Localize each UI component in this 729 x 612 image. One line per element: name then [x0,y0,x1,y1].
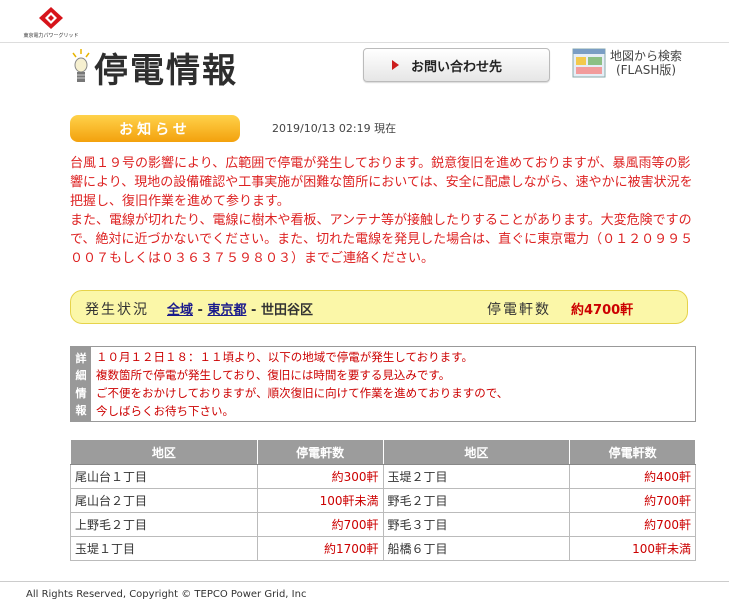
notice-badge: お知らせ [70,115,240,142]
map-search-line1: 地図から検索 [610,49,683,63]
page-title-text: 停電情報 [94,50,238,91]
column-header-area: 地区 [70,439,258,465]
footer-copyright: All Rights Reserved, Copyright © TEPCO P… [26,589,307,600]
table-header-row: 地区 停電軒数 地区 停電軒数 [70,439,696,465]
count-cell: 約300軒 [256,464,384,489]
area-cell: 野毛２丁目 [382,488,571,513]
breadcrumb-all[interactable]: 全域 [167,303,193,318]
count-cell: 約1700軒 [256,536,384,561]
page-title: 停電情報 [70,45,238,91]
detail-label-char: 詳 [75,351,87,365]
notice-paragraph-2: また、電線が切れたり、電線に樹木や看板、アンテナ等が接触したりすることがあります… [70,213,694,266]
count-cell: 約700軒 [569,488,696,513]
contact-button-label: お問い合わせ先 [411,59,503,75]
notice-paragraph-1: 台風１９号の影響により、広範囲で停電が発生しております。鋭意復旧を進めております… [70,156,693,209]
count-cell: 100軒未満 [569,536,696,561]
map-search-line2: (FLASH版) [615,63,677,77]
detail-line: 今しばらくお待ち下さい。 [96,404,234,418]
outage-table: 地区 停電軒数 地区 停電軒数 尾山台１丁目 約300軒 玉堤２丁目 約400軒… [70,439,696,561]
area-cell: 玉堤２丁目 [382,464,571,489]
arrow-right-icon [392,60,399,70]
footer-divider [0,581,729,582]
notice-badge-label: お知らせ [119,121,191,138]
tepco-logo-icon [39,7,63,29]
breadcrumb-separator: - [246,303,261,318]
notice-body: 台風１９号の影響により、広範囲で停電が発生しております。鋭意復旧を進めております… [70,154,696,268]
breadcrumb: 全域 - 東京都 - 世田谷区 [167,299,313,318]
contact-button[interactable]: お問い合わせ先 [363,48,550,82]
count-cell: 約700軒 [256,512,384,537]
column-header-count: 停電軒数 [569,439,696,465]
count-cell: 約400軒 [569,464,696,489]
detail-line: ご不便をおかけしておりますが、順次復旧に向けて作業を進めておりますので、 [96,386,509,400]
detail-label-char: 報 [75,404,87,418]
detail-line: 複数箇所で停電が発生しており、復旧には時間を要する見込みです。 [96,368,451,382]
status-box: 発生状況 全域 - 東京都 - 世田谷区 停電軒数 約4700軒 [70,290,688,324]
area-cell: 玉堤１丁目 [70,536,258,561]
area-cell: 尾山台２丁目 [70,488,258,513]
area-cell: 船橋６丁目 [382,536,571,561]
detail-info-box: 詳 細 情 報 １０月１２日１８：１１頃より、以下の地域で停電が発生しております… [70,346,696,422]
table-row: 尾山台２丁目 100軒未満 野毛２丁目 約700軒 [70,488,696,513]
tepco-logo[interactable]: 東京電力パワーグリッド [22,6,80,39]
breadcrumb-current: 世田谷区 [260,303,313,318]
area-cell: 野毛３丁目 [382,512,571,537]
column-header-count: 停電軒数 [256,439,384,465]
status-label: 発生状況 [85,302,149,318]
detail-label-char: 細 [75,369,87,383]
lightbulb-icon [72,49,90,82]
area-cell: 尾山台１丁目 [70,464,258,489]
timestamp: 2019/10/13 02:19 現在 [272,122,397,135]
detail-info-label: 詳 細 情 報 [71,347,91,421]
logo-text: 東京電力パワーグリッド [23,33,79,39]
detail-label-char: 情 [75,386,87,400]
count-cell: 100軒未満 [256,488,384,513]
detail-line: １０月１２日１８：１１頃より、以下の地域で停電が発生しております。 [96,350,473,364]
map-search-text: 地図から検索 (FLASH版) [610,49,682,77]
table-row: 尾山台１丁目 約300軒 玉堤２丁目 約400軒 [70,464,696,489]
outage-count-value: 約4700軒 [571,303,634,318]
detail-info-text: １０月１２日１８：１１頃より、以下の地域で停電が発生しております。 複数箇所で停… [91,347,695,421]
outage-count-label: 停電軒数 [487,302,551,318]
count-cell: 約700軒 [569,512,696,537]
table-row: 上野毛２丁目 約700軒 野毛３丁目 約700軒 [70,512,696,537]
map-search-link[interactable]: 地図から検索 (FLASH版) [572,48,682,78]
column-header-area: 地区 [382,439,571,465]
breadcrumb-tokyo[interactable]: 東京都 [207,303,246,318]
breadcrumb-separator: - [193,303,208,318]
area-cell: 上野毛２丁目 [70,512,258,537]
map-icon [572,48,606,78]
table-row: 玉堤１丁目 約1700軒 船橋６丁目 100軒未満 [70,536,696,561]
